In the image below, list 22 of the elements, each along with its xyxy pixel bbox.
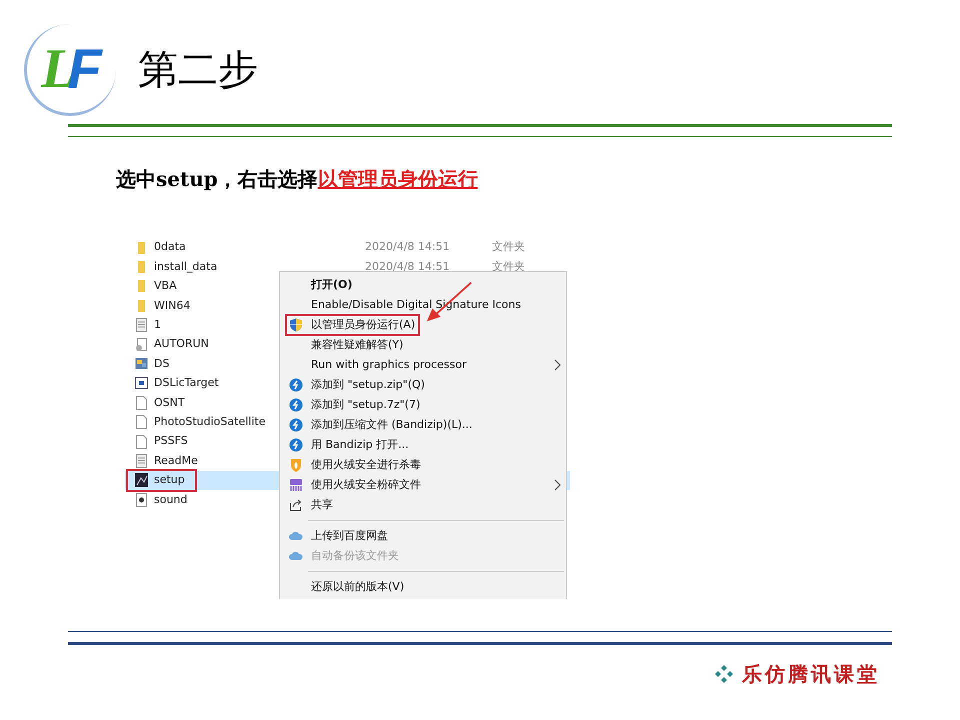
brand-name: 乐仿腾讯课堂 (742, 661, 880, 688)
file-date: 2020/4/8 14:51 (365, 239, 450, 256)
logo: LF (24, 24, 116, 116)
file-name: PSSFS (154, 433, 188, 450)
file-name: DSLicTarget (154, 375, 219, 392)
file-name: VBA (154, 278, 177, 294)
file-name: install_data (154, 258, 218, 275)
file-date: 2020/4/8 14:51 (365, 258, 450, 275)
file-name: PhotoStudioSatellite (154, 414, 266, 430)
slide-title: 第二步 (138, 50, 258, 90)
file-name: AUTORUN (154, 336, 209, 352)
instruction-text: 选中setup，右击选择以管理员身份运行 (116, 169, 479, 189)
file-name: DS (154, 356, 170, 372)
file-name: sound (154, 492, 188, 508)
file-name: 1 (154, 317, 161, 333)
file-name: setup (154, 472, 185, 488)
file-name: 0data (154, 239, 186, 256)
file-name: ReadMe (154, 452, 198, 469)
file-type: 文件夹 (492, 239, 525, 256)
file-type: 文件夹 (492, 258, 525, 275)
file-name: WIN64 (154, 298, 190, 314)
file-name: OSNT (154, 394, 185, 411)
